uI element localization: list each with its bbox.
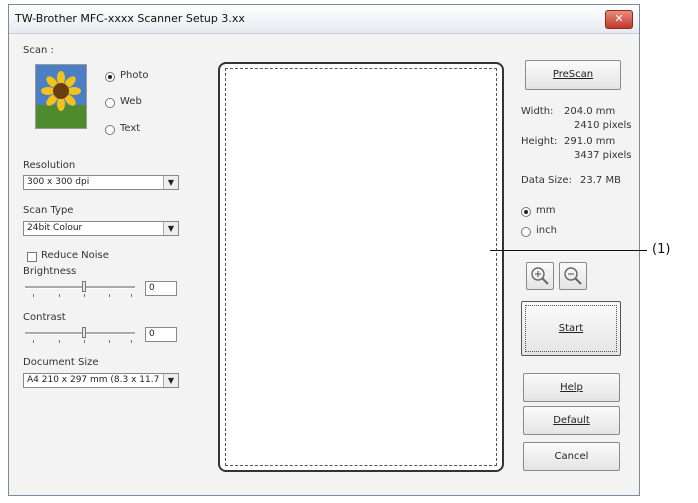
slider-tick — [109, 294, 110, 297]
height-mm-value: 291.0 mm — [564, 136, 616, 147]
brightness-slider-track[interactable] — [25, 286, 135, 289]
prescan-button[interactable]: PreScan — [525, 60, 621, 90]
zoom-out-button[interactable] — [559, 262, 587, 290]
photo-label: Photo — [120, 70, 149, 81]
photo-thumbnail — [35, 64, 87, 129]
resolution-select[interactable]: 300 x 300 dpi ▼ — [23, 175, 179, 190]
prescan-label: PreScan — [552, 69, 594, 80]
inch-radio[interactable] — [521, 227, 531, 237]
slider-tick — [131, 340, 132, 343]
chevron-down-icon: ▼ — [163, 222, 178, 235]
chevron-down-icon: ▼ — [163, 374, 178, 387]
cancel-label: Cancel — [554, 451, 589, 462]
zoom-in-icon — [531, 267, 549, 285]
width-pixels-value: 2410 pixels — [574, 120, 632, 131]
mm-label: mm — [536, 205, 556, 216]
document-size-label: Document Size — [23, 357, 99, 368]
slider-tick — [84, 340, 85, 343]
scan-type-value: 24bit Colour — [27, 223, 83, 233]
close-button[interactable]: ✕ — [605, 10, 633, 29]
slider-tick — [84, 294, 85, 297]
mm-radio[interactable] — [521, 207, 531, 217]
slider-tick — [131, 294, 132, 297]
contrast-slider-track[interactable] — [25, 332, 135, 335]
help-button[interactable]: Help — [523, 373, 620, 402]
slider-tick — [59, 340, 60, 343]
chevron-down-icon: ▼ — [163, 176, 178, 189]
reduce-noise-label: Reduce Noise — [41, 250, 109, 261]
callout-line — [490, 250, 647, 251]
scan-area-selection[interactable] — [225, 68, 497, 466]
reduce-noise-checkbox[interactable] — [27, 252, 37, 262]
resolution-label: Resolution — [23, 160, 76, 171]
default-label: Default — [553, 415, 590, 426]
scan-type-label: Scan Type — [23, 205, 74, 216]
height-pixels-value: 3437 pixels — [574, 150, 632, 161]
brightness-slider-thumb[interactable] — [82, 281, 86, 292]
slider-tick — [33, 340, 34, 343]
start-button[interactable]: Start — [521, 301, 621, 356]
scan-label: Scan : — [23, 45, 54, 56]
brightness-input[interactable]: 0 — [145, 281, 177, 296]
slider-tick — [109, 340, 110, 343]
callout-label: (1) — [652, 242, 671, 257]
zoom-out-icon — [564, 267, 582, 285]
contrast-label: Contrast — [23, 312, 66, 323]
data-size-value: 23.7 MB — [580, 175, 621, 186]
text-radio[interactable] — [105, 125, 115, 135]
height-label: Height: — [521, 136, 558, 147]
focus-ring — [525, 305, 617, 352]
document-size-value: A4 210 x 297 mm (8.3 x 11.7 in) — [27, 375, 174, 385]
inch-label: inch — [536, 225, 557, 236]
width-label: Width: — [521, 106, 554, 117]
web-label: Web — [120, 96, 142, 107]
contrast-input[interactable]: 0 — [145, 327, 177, 342]
help-label: Help — [560, 382, 583, 393]
default-button[interactable]: Default — [523, 406, 620, 435]
resolution-value: 300 x 300 dpi — [27, 177, 90, 187]
width-mm-value: 204.0 mm — [564, 106, 616, 117]
document-size-select[interactable]: A4 210 x 297 mm (8.3 x 11.7 in) ▼ — [23, 373, 179, 388]
slider-tick — [59, 294, 60, 297]
text-label: Text — [120, 123, 141, 134]
contrast-slider-thumb[interactable] — [82, 327, 86, 338]
scan-preview-area[interactable] — [218, 62, 504, 472]
photo-radio[interactable] — [105, 72, 115, 82]
cancel-button[interactable]: Cancel — [523, 442, 620, 471]
data-size-label: Data Size: — [521, 175, 572, 186]
web-radio[interactable] — [105, 98, 115, 108]
slider-tick — [33, 294, 34, 297]
scan-type-select[interactable]: 24bit Colour ▼ — [23, 221, 179, 236]
title-bar: TW-Brother MFC-xxxx Scanner Setup 3.xx ✕ — [9, 5, 639, 34]
window-title: TW-Brother MFC-xxxx Scanner Setup 3.xx — [15, 12, 245, 25]
zoom-in-button[interactable] — [526, 262, 554, 290]
brightness-label: Brightness — [23, 266, 77, 277]
